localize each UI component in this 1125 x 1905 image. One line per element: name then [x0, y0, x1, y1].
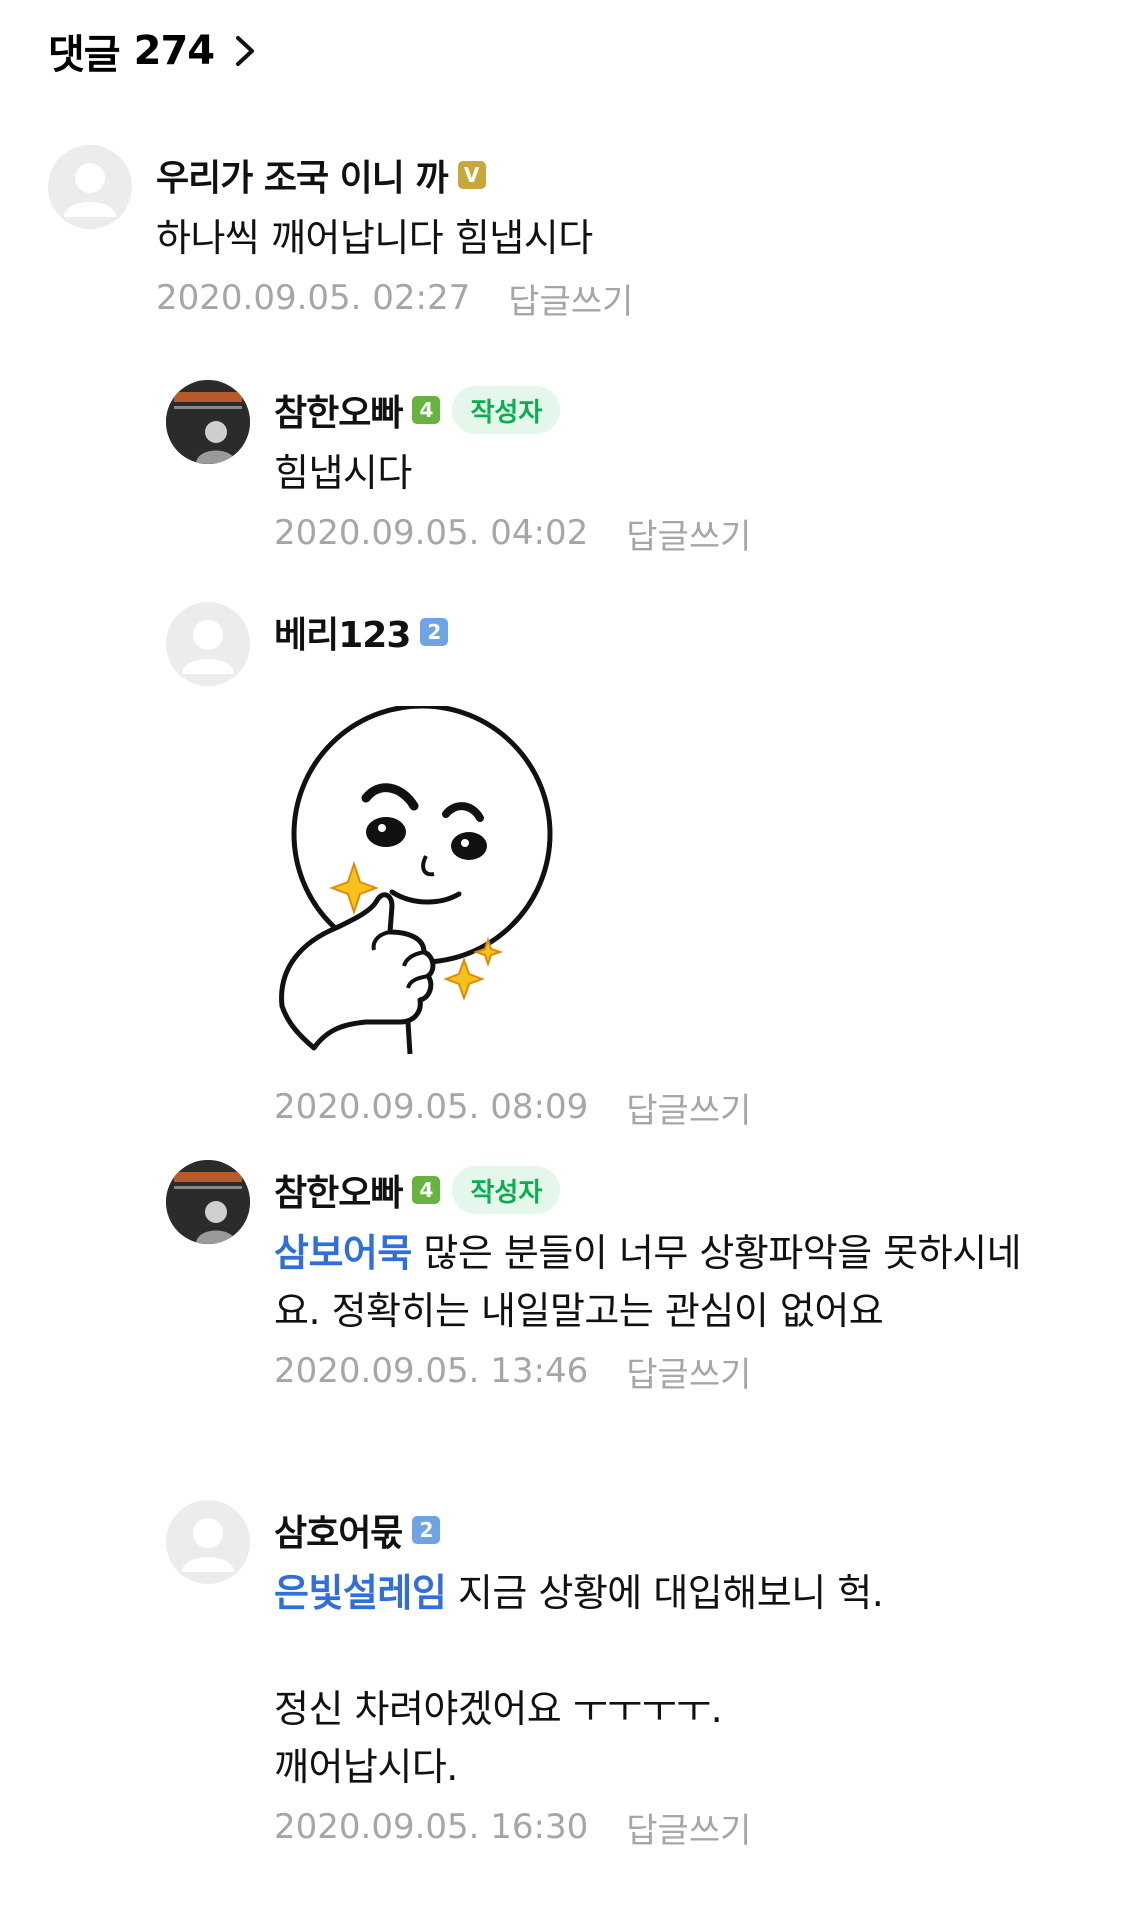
comments-count: 274 [133, 28, 215, 74]
comments-label: 댓글 [48, 32, 121, 78]
mention-link[interactable]: 삼보어묵 [274, 1231, 412, 1275]
default-avatar-icon [182, 620, 234, 674]
reply-button[interactable]: 답글쓰기 [508, 274, 633, 323]
comment-date: 2020.09.05. 16:30 [274, 1807, 589, 1847]
comment-date: 2020.09.05. 08:09 [274, 1087, 589, 1127]
chevron-right-icon [236, 36, 255, 66]
reply-button[interactable]: 답글쓰기 [626, 1083, 751, 1132]
author-tag: 작성자 [452, 386, 561, 434]
comment-date: 2020.09.05. 02:27 [156, 278, 471, 318]
reply-item: 베리123 2 2020.09.05. 08:09 답글쓰기 [166, 602, 1054, 1132]
comment-nickname[interactable]: 베리123 [274, 606, 411, 658]
thumbs-up-moon-sticker-icon[interactable] [274, 703, 564, 1056]
comment-nickname[interactable]: 참한오빠 [274, 384, 403, 436]
reply-item: 참한오빠 4 작성자 삼보어묵 많은 분들이 너무 상황파악을 못하시네요. 정… [166, 1160, 1054, 1396]
comment-date: 2020.09.05. 04:02 [274, 513, 589, 553]
reply-item: 삼호어묷 2 은빛설레임 지금 상황에 대입해보니 헉. 정신 차려야겠어요 ㅜ… [166, 1500, 1054, 1852]
comment-nickname[interactable]: 삼호어묷 [274, 1504, 403, 1556]
mention-link[interactable]: 은빛설레임 [274, 1571, 447, 1615]
reply-item: 참한오빠 4 작성자 힘냅시다 2020.09.05. 04:02 답글쓰기 [166, 380, 1054, 558]
author-tag: 작성자 [452, 1166, 561, 1214]
comment-text: 삼보어묵 많은 분들이 너무 상황파악을 못하시네요. 정확히는 내일말고는 관… [274, 1224, 1054, 1340]
comment-text: 은빛설레임 지금 상황에 대입해보니 헉. 정신 차려야겠어요 ㅜㅜㅜㅜ. 깨어… [274, 1564, 1054, 1796]
avatar[interactable] [166, 602, 250, 686]
avatar[interactable] [166, 1160, 250, 1244]
avatar[interactable] [166, 380, 250, 464]
comment-text: 하나씩 깨어납니다 힘냅시다 [156, 216, 593, 260]
reply-button[interactable]: 답글쓰기 [626, 1347, 751, 1396]
comment-nickname[interactable]: 참한오빠 [274, 1164, 403, 1216]
level-badge-icon: 4 [412, 1176, 441, 1204]
book-cover-avatar-icon [166, 1160, 250, 1244]
comment-text: 힘냅시다 [274, 451, 412, 495]
reply-button[interactable]: 답글쓰기 [626, 1803, 751, 1852]
default-avatar-icon [182, 1518, 234, 1572]
comment-date: 2020.09.05. 13:46 [274, 1351, 589, 1391]
avatar[interactable] [166, 1500, 250, 1584]
level-badge-icon: 4 [412, 396, 441, 424]
level-badge-icon: 2 [420, 618, 449, 646]
book-cover-avatar-icon [166, 380, 250, 464]
level-badge-icon: 2 [412, 1516, 441, 1544]
avatar[interactable] [48, 145, 132, 229]
comment-item: 우리가 조국 이니 까 V 하나씩 깨어납니다 힘냅시다 2020.09.05.… [48, 145, 936, 323]
verified-badge-icon: V [457, 161, 486, 189]
default-avatar-icon [64, 163, 116, 217]
comment-nickname[interactable]: 우리가 조국 이니 까 [156, 149, 449, 201]
comments-header[interactable]: 댓글 274 [48, 22, 262, 80]
reply-button[interactable]: 답글쓰기 [626, 509, 751, 558]
